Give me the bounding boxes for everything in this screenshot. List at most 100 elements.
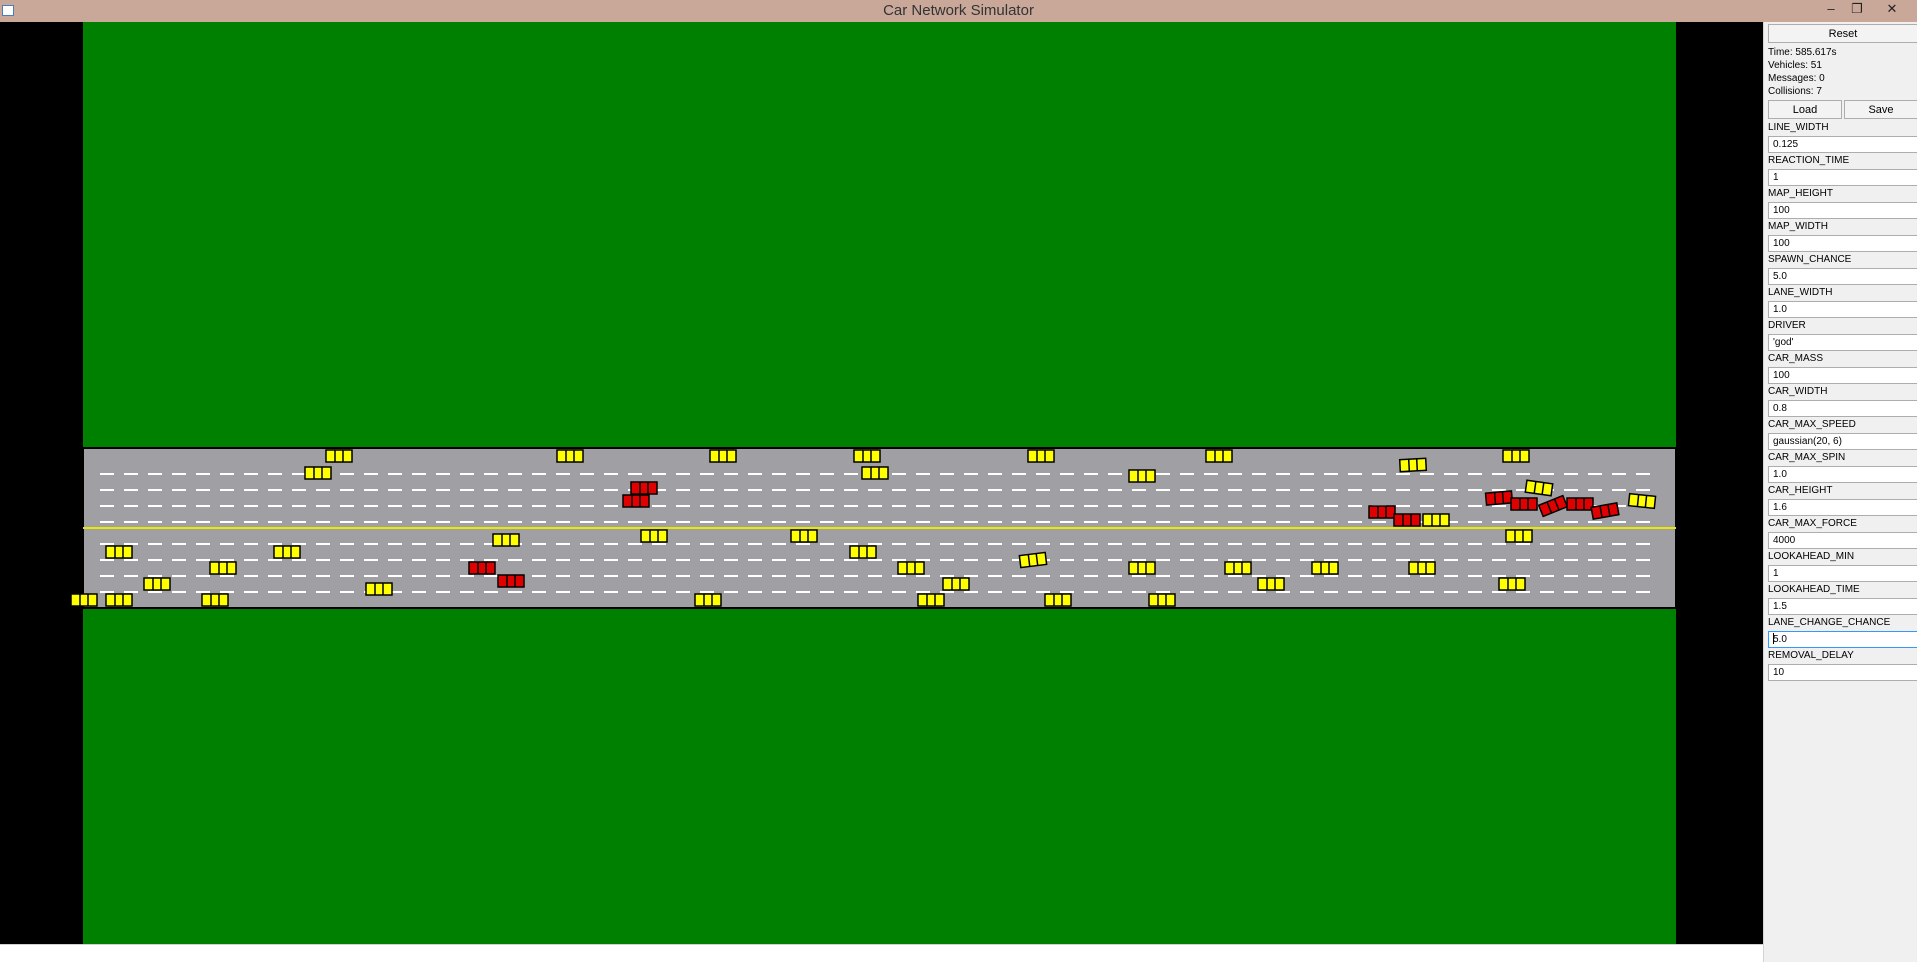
param-value: 1.0: [1773, 469, 1787, 480]
vehicle: [1498, 577, 1526, 591]
minimize-button[interactable]: –: [1818, 0, 1844, 20]
param-value: 5.0: [1773, 634, 1787, 645]
crashed-vehicle: [622, 494, 650, 508]
param-input-map-width[interactable]: 100: [1768, 235, 1917, 252]
param-value: 4000: [1773, 535, 1796, 546]
window-title: Car Network Simulator: [883, 2, 1034, 19]
vehicle: [1398, 457, 1428, 473]
param-input-car-max-spin[interactable]: 1.0: [1768, 466, 1917, 483]
vehicle: [492, 533, 520, 547]
vehicle: [1627, 492, 1657, 510]
param-label-line-width: LINE_WIDTH: [1768, 122, 1829, 133]
param-label-map-width: MAP_WIDTH: [1768, 221, 1828, 232]
param-label-lookahead-time: LOOKAHEAD_TIME: [1768, 584, 1860, 595]
vehicle: [1205, 449, 1233, 463]
title-bar: Car Network Simulator – ❐ ✕: [0, 0, 1917, 22]
param-value: 100: [1773, 370, 1790, 381]
collisions-count: Collisions: 7: [1768, 86, 1822, 97]
vehicle: [917, 593, 945, 607]
status-strip: [0, 944, 1763, 963]
param-value: 1.6: [1773, 502, 1787, 513]
vehicle: [1257, 577, 1285, 591]
crashed-vehicle: [1484, 490, 1514, 506]
param-value: 0.125: [1773, 139, 1799, 150]
vehicle: [1224, 561, 1252, 575]
param-value: 1: [1773, 568, 1779, 579]
vehicle: [1128, 469, 1156, 483]
param-input-reaction-time[interactable]: 1: [1768, 169, 1917, 186]
vehicle: [897, 561, 925, 575]
simulation-canvas[interactable]: [0, 22, 1763, 944]
vehicle: [1422, 513, 1450, 527]
vehicle: [325, 449, 353, 463]
param-label-car-mass: CAR_MASS: [1768, 353, 1824, 364]
vehicle: [709, 449, 737, 463]
param-input-car-width[interactable]: 0.8: [1768, 400, 1917, 417]
param-label-driver: DRIVER: [1768, 320, 1806, 331]
crashed-vehicle: [1510, 497, 1538, 511]
vehicle: [1128, 561, 1156, 575]
param-label-lane-width: LANE_WIDTH: [1768, 287, 1833, 298]
param-value: 'god': [1773, 337, 1794, 348]
param-label-car-max-force: CAR_MAX_FORCE: [1768, 518, 1857, 529]
param-label-lookahead-min: LOOKAHEAD_MIN: [1768, 551, 1855, 562]
vehicle: [70, 593, 98, 607]
param-value: gaussian(20, 6): [1773, 436, 1842, 447]
crashed-vehicle: [1566, 497, 1594, 511]
vehicles-count: Vehicles: 51: [1768, 60, 1822, 71]
vehicle: [1018, 551, 1048, 569]
param-input-spawn-chance[interactable]: 5.0: [1768, 268, 1917, 285]
vehicle: [1044, 593, 1072, 607]
crashed-vehicle: [497, 574, 525, 588]
param-value: 5.0: [1773, 271, 1787, 282]
param-input-removal-delay[interactable]: 10: [1768, 664, 1917, 681]
param-input-driver[interactable]: 'god': [1768, 334, 1917, 351]
param-label-map-height: MAP_HEIGHT: [1768, 188, 1834, 199]
param-input-line-width[interactable]: 0.125: [1768, 136, 1917, 153]
vehicle: [304, 466, 332, 480]
param-label-lane-change-chance: LANE_CHANGE_CHANCE: [1768, 617, 1891, 628]
vehicle: [105, 593, 133, 607]
vehicle: [1408, 561, 1436, 575]
vehicle: [105, 545, 133, 559]
crashed-vehicle: [1368, 505, 1396, 519]
crashed-vehicle: [630, 481, 658, 495]
param-input-car-height[interactable]: 1.6: [1768, 499, 1917, 516]
load-button[interactable]: Load: [1768, 100, 1842, 119]
param-input-car-mass[interactable]: 100: [1768, 367, 1917, 384]
param-label-reaction-time: REACTION_TIME: [1768, 155, 1850, 166]
vehicle: [853, 449, 881, 463]
vehicle: [201, 593, 229, 607]
close-button[interactable]: ✕: [1870, 0, 1914, 20]
param-input-lane-width[interactable]: 1.0: [1768, 301, 1917, 318]
vehicle: [1148, 593, 1176, 607]
save-button[interactable]: Save: [1844, 100, 1917, 119]
param-label-spawn-chance: SPAWN_CHANCE: [1768, 254, 1852, 265]
param-input-lane-change-chance[interactable]: 5.0: [1768, 631, 1917, 648]
param-label-car-height: CAR_HEIGHT: [1768, 485, 1833, 496]
param-label-removal-delay: REMOVAL_DELAY: [1768, 650, 1854, 661]
param-input-car-max-force[interactable]: 4000: [1768, 532, 1917, 549]
param-value: 1.5: [1773, 601, 1787, 612]
param-input-lookahead-min[interactable]: 1: [1768, 565, 1917, 582]
param-input-lookahead-time[interactable]: 1.5: [1768, 598, 1917, 615]
crashed-vehicle: [1393, 513, 1421, 527]
simulation-view: [0, 22, 1763, 944]
vehicle: [365, 582, 393, 596]
vehicle: [790, 529, 818, 543]
param-input-car-max-speed[interactable]: gaussian(20, 6): [1768, 433, 1917, 450]
param-value: 1.0: [1773, 304, 1787, 315]
param-value: 0.8: [1773, 403, 1787, 414]
restore-button[interactable]: ❐: [1844, 0, 1870, 20]
param-label-car-width: CAR_WIDTH: [1768, 386, 1828, 397]
messages-count: Messages: 0: [1768, 73, 1825, 84]
param-value: 1: [1773, 172, 1779, 183]
time-readout: Time: 585.617s: [1768, 47, 1837, 58]
vehicle: [942, 577, 970, 591]
reset-button[interactable]: Reset: [1768, 24, 1917, 43]
crashed-vehicle: [468, 561, 496, 575]
control-panel: Reset Time: 585.617s Vehicles: 51 Messag…: [1763, 22, 1917, 962]
param-value: 10: [1773, 667, 1785, 678]
param-input-map-height[interactable]: 100: [1768, 202, 1917, 219]
vehicle: [1502, 449, 1530, 463]
